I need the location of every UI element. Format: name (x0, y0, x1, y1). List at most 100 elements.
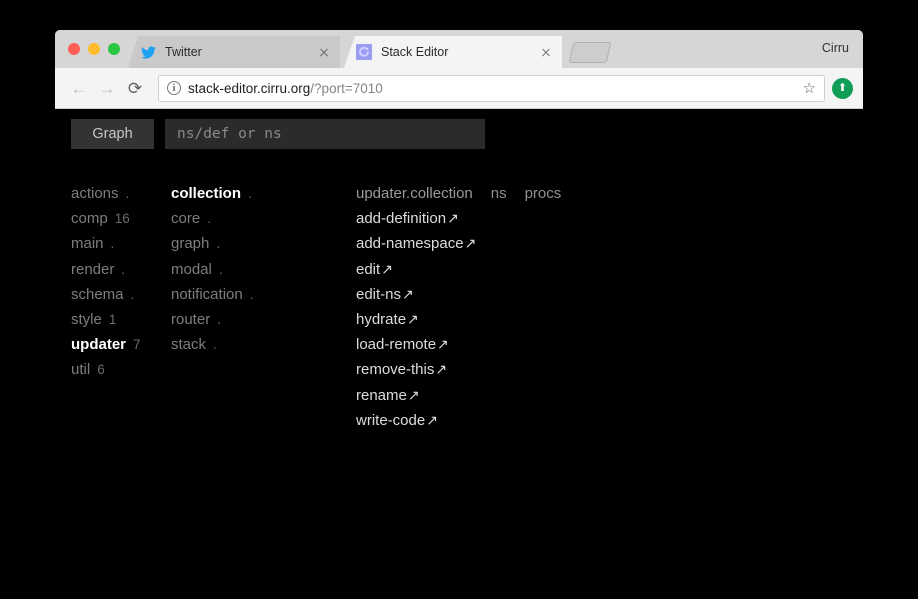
tab-title: Stack Editor (381, 45, 449, 59)
stack-editor-icon (356, 44, 372, 60)
definition-item[interactable]: add-definition ↗ (356, 210, 676, 235)
site-info-icon[interactable]: i (167, 81, 181, 95)
definition-item[interactable]: remove-this ↗ (356, 361, 676, 386)
definition-label: edit-ns (356, 285, 402, 303)
definition-item[interactable]: write-code ↗ (356, 412, 676, 437)
definitions-header: updater.collection ns procs (356, 185, 676, 210)
definition-item[interactable]: hydrate ↗ (356, 311, 676, 336)
open-external-icon[interactable]: ↗ (381, 261, 393, 278)
definition-label: edit (356, 260, 381, 278)
list-item-count: 1 (108, 311, 117, 327)
sub-namespace-item[interactable]: stack. (171, 336, 356, 361)
profile-name[interactable]: Cirru (822, 41, 849, 55)
list-item-label: router (171, 310, 211, 328)
list-item-label: render (71, 260, 115, 278)
definition-label: add-namespace (356, 235, 464, 253)
open-external-icon[interactable]: ↗ (465, 235, 477, 252)
list-item-label: notification (171, 285, 243, 303)
minimize-window-button[interactable] (88, 43, 100, 55)
maximize-window-button[interactable] (108, 43, 120, 55)
list-item-label: core (171, 210, 201, 228)
list-item-label: actions (71, 185, 119, 202)
sub-namespace-column: collection. core. graph. modal. notification… (171, 185, 356, 437)
list-item-label: modal (171, 260, 212, 278)
bookmark-star-icon[interactable]: ☆ (803, 79, 816, 97)
tab-close-button[interactable] (316, 44, 332, 60)
definition-item[interactable]: edit ↗ (356, 261, 676, 286)
list-item-count: . (248, 186, 252, 201)
tab-procs[interactable]: procs (525, 185, 562, 202)
browser-columns: actions. comp 16 main. render. schema. style 1 u… (71, 185, 676, 437)
sub-namespace-item[interactable]: router. (171, 311, 356, 336)
definitions-namespace-label: updater.collection (356, 185, 473, 202)
sub-namespace-item[interactable]: graph. (171, 235, 356, 260)
namespace-item[interactable]: updater 7 (71, 336, 171, 361)
namespace-item[interactable]: main. (71, 235, 171, 260)
sub-namespace-item[interactable]: collection. (171, 185, 356, 210)
list-item-count: . (130, 286, 135, 302)
sub-namespace-item[interactable]: notification. (171, 286, 356, 311)
list-item-label: util (71, 361, 91, 379)
list-item-label: comp (71, 210, 108, 228)
definition-item[interactable]: load-remote ↗ (356, 336, 676, 361)
upload-arrow-icon[interactable]: ⬆ (832, 77, 853, 99)
browser-window: Twitter Stack Editor Cirru ← → ⟳ i stack… (55, 30, 863, 109)
window-controls (68, 43, 120, 55)
search-input[interactable] (165, 119, 485, 149)
namespace-item[interactable]: comp 16 (71, 210, 171, 235)
open-external-icon[interactable]: ↗ (402, 286, 414, 303)
back-icon[interactable]: ← (65, 74, 93, 102)
reload-icon[interactable]: ⟳ (121, 74, 149, 102)
list-item-count: . (249, 286, 254, 302)
list-item-label: collection (171, 185, 242, 202)
open-external-icon[interactable]: ↗ (407, 311, 419, 328)
definition-item[interactable]: rename ↗ (356, 387, 676, 412)
list-item-count: . (217, 311, 221, 327)
namespace-item[interactable]: actions. (71, 185, 171, 210)
definition-item[interactable]: edit-ns ↗ (356, 286, 676, 311)
address-bar[interactable]: i stack-editor.cirru.org/?port=7010 ☆ (158, 74, 825, 102)
graph-button[interactable]: Graph (71, 119, 154, 149)
list-item-label: schema (71, 285, 124, 303)
tab-strip: Twitter Stack Editor Cirru (55, 30, 863, 68)
definitions-column: updater.collection ns procs add-definiti… (356, 185, 676, 437)
tab-twitter[interactable]: Twitter (128, 36, 340, 68)
namespace-item[interactable]: render. (71, 261, 171, 286)
list-item-count: 6 (97, 362, 105, 378)
close-window-button[interactable] (68, 43, 80, 55)
sub-namespace-item[interactable]: core. (171, 210, 356, 235)
open-external-icon[interactable]: ↗ (437, 336, 449, 353)
list-item-count: . (110, 236, 115, 252)
namespace-column: actions. comp 16 main. render. schema. style 1 u… (71, 185, 171, 437)
list-item-label: main (71, 235, 104, 253)
list-item-count: . (125, 186, 130, 201)
sub-namespace-item[interactable]: modal. (171, 261, 356, 286)
list-item-count: 16 (114, 211, 130, 227)
namespace-item[interactable]: util 6 (71, 361, 171, 386)
stack-editor-page: Graph actions.comp16main.render.schema.s… (55, 109, 863, 599)
definition-label: remove-this (356, 361, 435, 379)
open-external-icon[interactable]: ↗ (426, 412, 438, 429)
list-item-label: stack (171, 336, 207, 354)
namespace-item[interactable]: schema. (71, 286, 171, 311)
definition-label: rename (356, 386, 407, 404)
open-external-icon[interactable]: ↗ (435, 361, 447, 378)
new-tab-button[interactable] (568, 42, 612, 63)
open-external-icon[interactable]: ↗ (408, 387, 420, 404)
tab-close-button[interactable] (538, 44, 554, 60)
list-item-count: . (216, 236, 221, 252)
definition-label: write-code (356, 411, 426, 429)
definition-label: load-remote (356, 336, 437, 354)
tab-ns[interactable]: ns (491, 185, 507, 202)
tab-stack-editor[interactable]: Stack Editor (344, 36, 562, 68)
list-item-label: style (71, 310, 102, 328)
open-external-icon[interactable]: ↗ (447, 210, 459, 227)
url-path: /?port=7010 (310, 80, 383, 96)
forward-icon[interactable]: → (93, 74, 121, 102)
namespace-item[interactable]: style 1 (71, 311, 171, 336)
definition-item[interactable]: add-namespace ↗ (356, 235, 676, 260)
twitter-bird-icon (140, 44, 156, 60)
list-item-label: updater (71, 336, 127, 354)
definition-label: hydrate (356, 310, 407, 328)
list-item-count: . (218, 261, 223, 277)
